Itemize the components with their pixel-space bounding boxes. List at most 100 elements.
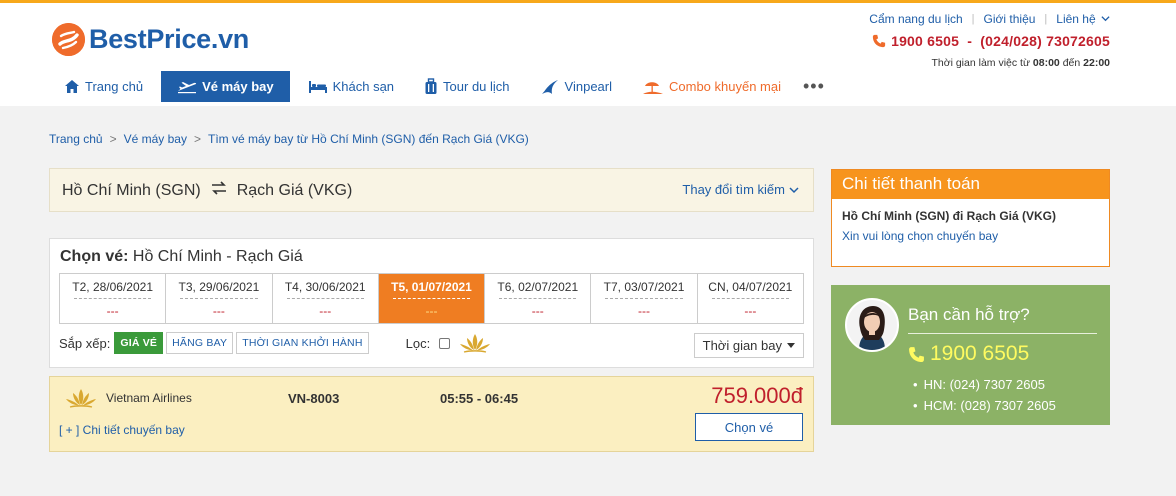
sort-by-price-button[interactable]: GIÁ VÉ: [114, 332, 164, 354]
phone-icon: [872, 34, 886, 48]
nav-item-flights[interactable]: Vé máy bay: [161, 71, 290, 102]
support-phone-number: 1900 6505: [930, 342, 1030, 365]
nav-item-hotels[interactable]: Khách sạn: [296, 71, 406, 102]
date-label: T7, 03/07/2021: [603, 280, 685, 294]
vinpearl-icon: [540, 78, 560, 96]
ticket-title-bold: Chọn vé:: [60, 248, 129, 265]
date-option[interactable]: T2, 28/06/2021 ---: [60, 274, 167, 323]
nav-item-combo[interactable]: Combo khuyến mại: [630, 71, 793, 102]
route-summary: Hồ Chí Minh (SGN) Rạch Giá (VKG) Thay đổ…: [49, 168, 814, 212]
breadcrumb-separator: >: [109, 132, 117, 146]
logo[interactable]: BestPrice.vn: [52, 21, 249, 57]
change-search-link[interactable]: Thay đổi tìm kiếm: [682, 182, 799, 197]
nav-label: Khách sạn: [332, 79, 395, 94]
date-option-selected[interactable]: T5, 01/07/2021 ---: [378, 274, 486, 323]
breadcrumb-separator: >: [193, 132, 201, 146]
ticket-title-route: Hồ Chí Minh - Rạch Giá: [128, 248, 303, 265]
date-label: CN, 04/07/2021: [708, 280, 793, 294]
main-nav: Trang chủ Vé máy bay Khách sạn Tour du l…: [52, 71, 825, 102]
airline-logo-icon: [64, 387, 98, 409]
nav-more-icon[interactable]: •••: [799, 71, 825, 102]
breadcrumb: Trang chủ > Vé máy bay > Tìm vé máy bay …: [49, 132, 529, 146]
date-divider: [392, 298, 471, 299]
date-option[interactable]: T7, 03/07/2021 ---: [591, 274, 698, 323]
date-divider: [605, 298, 683, 299]
home-icon: [64, 79, 80, 94]
date-divider: [180, 298, 258, 299]
contact-label: Liên hệ: [1056, 12, 1096, 26]
avatar: [845, 298, 899, 352]
payment-route: Hồ Chí Minh (SGN) đi Rạch Giá (VKG): [842, 209, 1056, 223]
date-label: T2, 28/06/2021: [72, 280, 153, 294]
breadcrumb-home[interactable]: Trang chủ: [49, 132, 103, 146]
bed-icon: [308, 80, 328, 94]
logo-icon: [52, 22, 85, 56]
beach-icon: [642, 79, 664, 95]
filter-checkbox[interactable]: [439, 337, 451, 349]
date-option[interactable]: CN, 04/07/2021 ---: [697, 274, 803, 323]
working-hours: Thời gian làm việc từ 08:00 đến 22:00: [931, 57, 1110, 69]
flight-detail-link[interactable]: [ + ] Chi tiết chuyến bay: [59, 423, 185, 437]
swap-icon: [211, 181, 227, 200]
separator: |: [1044, 13, 1048, 25]
support-title: Bạn cần hỗ trợ?: [908, 305, 1030, 324]
caret-down-icon: [787, 342, 795, 348]
chevron-down-icon: [789, 186, 799, 193]
support-contacts: HN: (024) 7307 2605 HCM: (028) 7307 2605: [913, 374, 1056, 416]
date-divider: [711, 298, 789, 299]
date-label: T5, 01/07/2021: [391, 280, 472, 294]
filter-label: Lọc:: [405, 335, 431, 351]
date-label: T4, 30/06/2021: [284, 280, 366, 294]
payment-details: Chi tiết thanh toán Hồ Chí Minh (SGN) đi…: [831, 169, 1110, 267]
change-search-label: Thay đổi tìm kiếm: [682, 182, 785, 197]
vietnam-airlines-lotus-icon[interactable]: [458, 332, 492, 354]
top-links: Cẩm nang du lịch | Giới thiệu | Liên hệ: [869, 12, 1110, 26]
choose-ticket-button[interactable]: Chọn vé: [695, 413, 803, 441]
sort-by-airline-button[interactable]: HÃNG BAY: [166, 332, 234, 354]
date-option[interactable]: T6, 02/07/2021 ---: [485, 274, 592, 323]
date-price: ---: [106, 304, 119, 318]
nav-label: Vé máy bay: [202, 79, 274, 94]
worktime-end: 22:00: [1083, 57, 1110, 69]
payment-hint: Xin vui lòng chọn chuyến bay: [842, 229, 999, 243]
flight-time: 05:55 - 06:45: [440, 391, 519, 406]
date-price: ---: [744, 304, 757, 318]
about-link[interactable]: Giới thiệu: [984, 12, 1036, 26]
guide-link[interactable]: Cẩm nang du lịch: [869, 12, 962, 26]
worktime-prefix: Thời gian làm việc từ: [931, 57, 1030, 69]
support-divider: [908, 333, 1097, 334]
ticket-title: Chọn vé: Hồ Chí Minh - Rạch Giá: [60, 248, 303, 266]
sort-by-departure-button[interactable]: THỜI GIAN KHỞI HÀNH: [236, 332, 369, 354]
date-divider: [499, 298, 577, 299]
nav-label: Trang chủ: [85, 79, 144, 94]
airline-name: Vietnam Airlines: [106, 391, 192, 405]
sort-label: Sắp xếp:: [59, 335, 111, 351]
hotline[interactable]: 1900 6505 - (024/028) 73072605: [872, 33, 1110, 49]
nav-label: Combo khuyến mại: [669, 79, 781, 94]
support-hotline[interactable]: 1900 6505: [908, 342, 1029, 366]
nav-item-vinpearl[interactable]: Vinpearl: [528, 71, 624, 102]
sort-select[interactable]: Thời gian bay: [693, 333, 804, 358]
support-panel: Bạn cần hỗ trợ? 1900 6505 HN: (024) 7307…: [831, 285, 1110, 425]
date-label: T6, 02/07/2021: [497, 280, 579, 294]
separator: |: [971, 13, 975, 25]
contact-link[interactable]: Liên hệ: [1056, 12, 1110, 26]
sort-select-value: Thời gian bay: [702, 338, 782, 353]
date-price: ---: [212, 304, 225, 318]
date-price: ---: [319, 304, 332, 318]
hotline-text: 1900 6505 - (024/028) 73072605: [891, 33, 1110, 49]
breadcrumb-flights[interactable]: Vé máy bay: [124, 132, 187, 146]
ticket-selection: Chọn vé: Hồ Chí Minh - Rạch Giá T2, 28/0…: [49, 238, 814, 368]
date-option[interactable]: T4, 30/06/2021 ---: [272, 274, 379, 323]
site-header: BestPrice.vn Cẩm nang du lịch | Giới thi…: [0, 3, 1176, 106]
support-contact-hn: HN: (024) 7307 2605: [913, 374, 1056, 395]
breadcrumb-current[interactable]: Tìm vé máy bay từ Hồ Chí Minh (SGN) đến …: [208, 132, 529, 146]
route-to: Rạch Giá (VKG): [236, 181, 353, 199]
flight-code: VN-8003: [288, 391, 340, 406]
nav-item-home[interactable]: Trang chủ: [52, 71, 155, 102]
flight-result: Vietnam Airlines VN-8003 05:55 - 06:45 7…: [49, 376, 814, 452]
nav-item-tours[interactable]: Tour du lịch: [412, 71, 521, 102]
date-option[interactable]: T3, 29/06/2021 ---: [166, 274, 273, 323]
date-price: ---: [531, 304, 544, 318]
date-price: ---: [425, 304, 438, 318]
